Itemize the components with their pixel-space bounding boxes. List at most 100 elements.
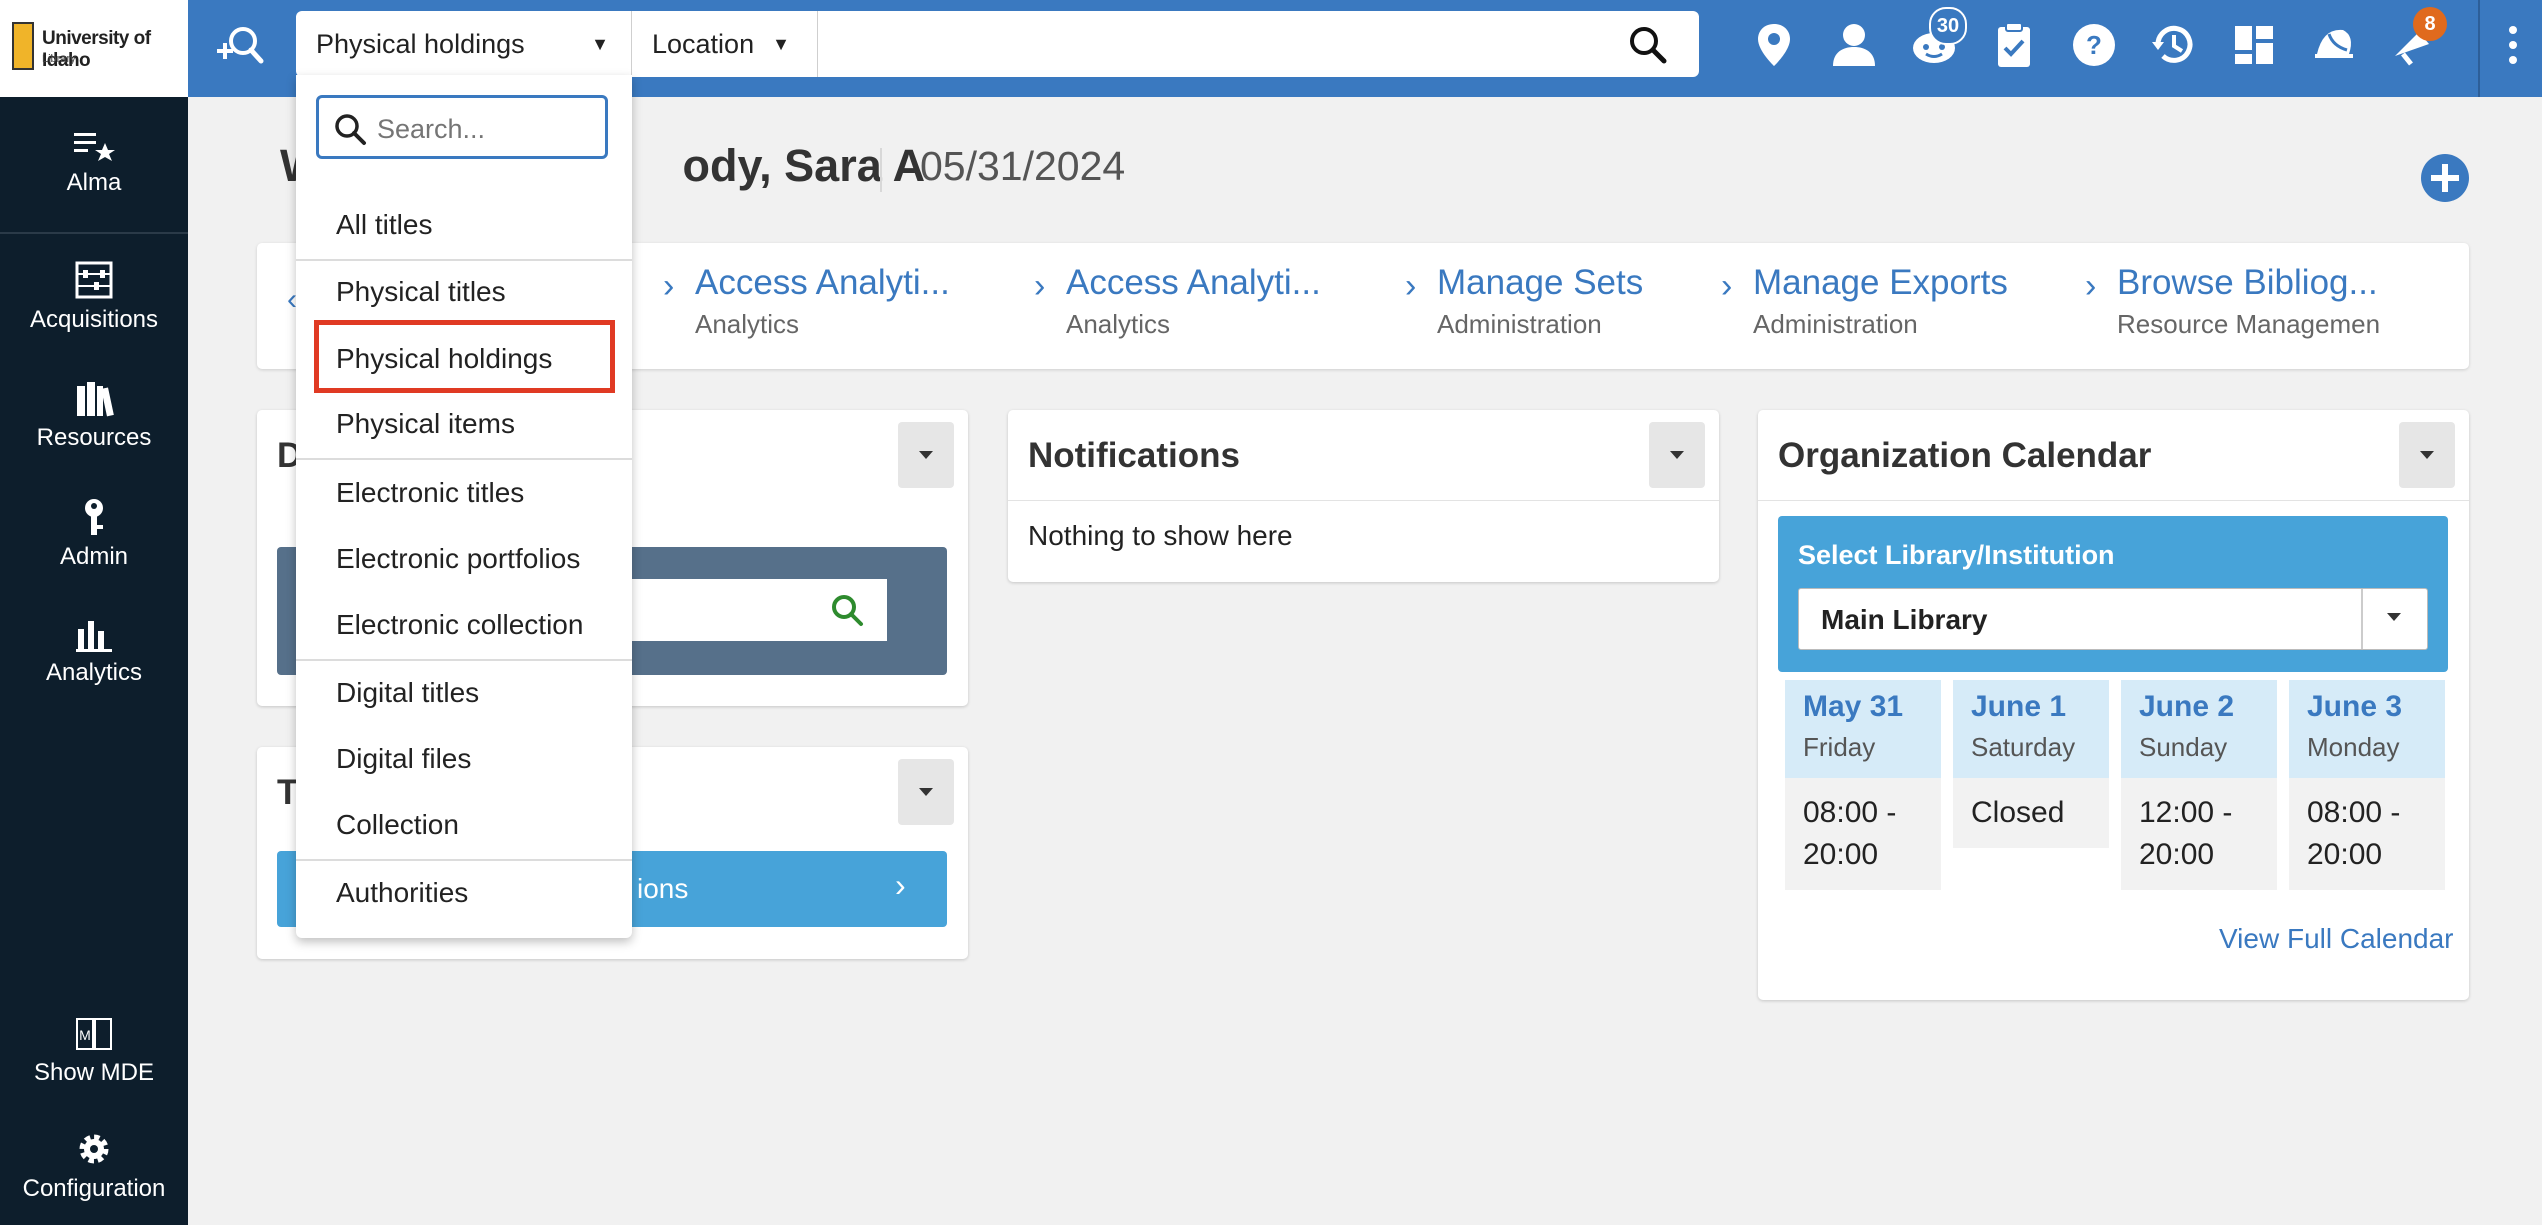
chevron-right-icon: › bbox=[895, 867, 906, 903]
gear-icon bbox=[79, 1134, 109, 1164]
dropdown-option-authorities[interactable]: Authorities bbox=[296, 860, 632, 926]
svg-text:?: ? bbox=[2086, 30, 2102, 60]
search-scope-dropdown: All titles Physical titles Physical hold… bbox=[296, 75, 632, 938]
chevron-right-icon: › bbox=[663, 267, 675, 305]
recent-page-link[interactable]: › Manage Exports Administration bbox=[1721, 263, 2008, 340]
widget-menu-caret-icon[interactable] bbox=[2399, 422, 2455, 488]
dropdown-option-electronic-portfolios[interactable]: Electronic portfolios bbox=[296, 526, 632, 592]
dropdown-option-digital-files[interactable]: Digital files bbox=[296, 726, 632, 792]
recent-page-link[interactable]: › Access Analyti... Analytics bbox=[1034, 263, 1321, 340]
bar-chart-icon bbox=[76, 621, 112, 652]
widget-divider bbox=[1758, 500, 2469, 501]
caret-down-icon: ▼ bbox=[772, 33, 790, 54]
dropdown-option-electronic-titles[interactable]: Electronic titles bbox=[296, 460, 632, 526]
recent-page-link[interactable]: › Manage Sets Administration bbox=[1405, 263, 1643, 340]
dropdown-search-input[interactable] bbox=[375, 106, 601, 152]
library-select-value: Main Library bbox=[1821, 604, 1988, 635]
user-icon[interactable] bbox=[1829, 20, 1879, 70]
library-select-label: Select Library/Institution bbox=[1798, 540, 2115, 570]
calendar-day: June 3 Monday 08:00 - 20:00 bbox=[2289, 680, 2445, 890]
persistent-search-icon[interactable] bbox=[215, 17, 265, 77]
chevron-right-icon: › bbox=[1721, 267, 1733, 305]
dropdown-option-collection[interactable]: Collection bbox=[296, 792, 632, 858]
logo-sub: Library bbox=[42, 53, 76, 65]
chevron-right-icon: › bbox=[2085, 267, 2097, 305]
library-select-panel: Select Library/Institution Main Library bbox=[1778, 516, 2448, 672]
books-icon bbox=[77, 382, 114, 417]
more-icon[interactable] bbox=[2498, 20, 2528, 70]
chevron-right-icon: › bbox=[1405, 267, 1417, 305]
topbar-divider bbox=[2478, 0, 2480, 97]
calendar-day: May 31 Friday 08:00 - 20:00 bbox=[1785, 680, 1941, 890]
recent-page-link[interactable]: › Browse Bibliog... Resource Managemen bbox=[2085, 263, 2380, 340]
svg-text:M: M bbox=[79, 1027, 91, 1043]
caret-down-icon: ▼ bbox=[591, 33, 609, 54]
sidebar-item-label: Acquisitions bbox=[29, 306, 159, 333]
notifications-empty-text: Nothing to show here bbox=[1028, 520, 1293, 551]
search-bar: Physical holdings ▼ Location ▼ bbox=[296, 11, 1699, 77]
notifications-icon[interactable]: 8 bbox=[2389, 7, 2447, 70]
widget-title: Organization Calendar bbox=[1778, 436, 2152, 475]
layout-icon[interactable] bbox=[2229, 20, 2279, 70]
sidebar-item-label: Alma bbox=[66, 169, 122, 196]
mde-icon: M bbox=[76, 1018, 112, 1050]
tasks-icon[interactable]: 30 bbox=[1909, 7, 1967, 70]
search-scope-select[interactable]: Physical holdings ▼ bbox=[296, 11, 632, 77]
location-value: Location bbox=[652, 28, 755, 59]
page-date: 05/31/2024 bbox=[920, 143, 1126, 189]
dropdown-option-physical-items[interactable]: Physical items bbox=[296, 391, 632, 457]
notifications-count-badge: 8 bbox=[2413, 7, 2447, 41]
sidebar-item-label: Configuration bbox=[22, 1175, 166, 1202]
dropdown-option-all-titles[interactable]: All titles bbox=[296, 192, 632, 258]
abacus-icon bbox=[75, 261, 113, 299]
sidebar-item-label: Show MDE bbox=[33, 1059, 155, 1086]
alma-icon bbox=[74, 133, 115, 161]
dropdown-search-field bbox=[316, 95, 608, 159]
widget-menu-caret-icon[interactable] bbox=[898, 422, 954, 488]
search-icon[interactable] bbox=[829, 592, 865, 628]
sidebar-item-analytics[interactable]: Analytics bbox=[0, 615, 188, 687]
view-full-calendar-link[interactable]: View Full Calendar bbox=[2219, 923, 2454, 955]
widget-menu-caret-icon[interactable] bbox=[1649, 422, 1705, 488]
dropdown-option-physical-titles[interactable]: Physical titles bbox=[296, 259, 632, 325]
calendar-day: June 2 Sunday 12:00 - 20:00 bbox=[2121, 680, 2277, 890]
add-widget-icon[interactable] bbox=[2420, 153, 2470, 203]
widget-task-label: ions bbox=[637, 873, 689, 904]
tasks-count-badge: 30 bbox=[1929, 7, 1967, 45]
location-select[interactable]: Location ▼ bbox=[632, 11, 818, 77]
dropdown-option-electronic-collection[interactable]: Electronic collection bbox=[296, 592, 632, 658]
search-icon[interactable] bbox=[1626, 23, 1670, 67]
sidebar-item-alma[interactable]: Alma bbox=[0, 129, 188, 197]
widget-menu-caret-icon[interactable] bbox=[898, 759, 954, 825]
sidebar-item-acquisitions[interactable]: Acquisitions bbox=[0, 260, 188, 334]
notifications-widget: Notifications Nothing to show here bbox=[1008, 410, 1719, 582]
logo[interactable]: University of Idaho Library bbox=[0, 0, 188, 97]
calendar-day: June 1 Saturday Closed bbox=[1953, 680, 2109, 848]
show-mde-button[interactable]: M Show MDE bbox=[0, 1015, 188, 1087]
library-select[interactable]: Main Library bbox=[1798, 588, 2428, 650]
selected-option-highlight bbox=[314, 320, 615, 393]
sidebar-item-label: Analytics bbox=[45, 659, 143, 686]
logo-name: University of Idaho bbox=[42, 28, 151, 71]
sidebar-item-resources[interactable]: Resources bbox=[0, 380, 188, 452]
history-icon[interactable] bbox=[2149, 20, 2199, 70]
widget-title: Notifications bbox=[1028, 436, 1240, 475]
caret-down-icon bbox=[2387, 613, 2401, 621]
help-icon[interactable]: ? bbox=[2069, 20, 2119, 70]
title-divider bbox=[880, 148, 882, 192]
logo-mark-icon bbox=[12, 22, 34, 70]
key-icon bbox=[85, 499, 103, 535]
location-pin-icon[interactable] bbox=[1749, 20, 1799, 70]
recent-page-link[interactable]: › Access Analyti... Analytics bbox=[663, 263, 950, 340]
select-divider bbox=[2361, 589, 2363, 649]
sidebar-item-label: Admin bbox=[59, 543, 129, 570]
announcements-icon[interactable] bbox=[2309, 20, 2359, 70]
dropdown-option-digital-titles[interactable]: Digital titles bbox=[296, 660, 632, 726]
sidebar-item-admin[interactable]: Admin bbox=[0, 497, 188, 571]
widget-divider bbox=[1008, 500, 1719, 501]
sidebar-item-label: Resources bbox=[36, 424, 152, 451]
search-scope-value: Physical holdings bbox=[316, 28, 525, 59]
clipboard-icon[interactable] bbox=[1989, 20, 2039, 70]
configuration-button[interactable]: Configuration bbox=[0, 1129, 188, 1203]
chevron-right-icon: › bbox=[1034, 267, 1046, 305]
